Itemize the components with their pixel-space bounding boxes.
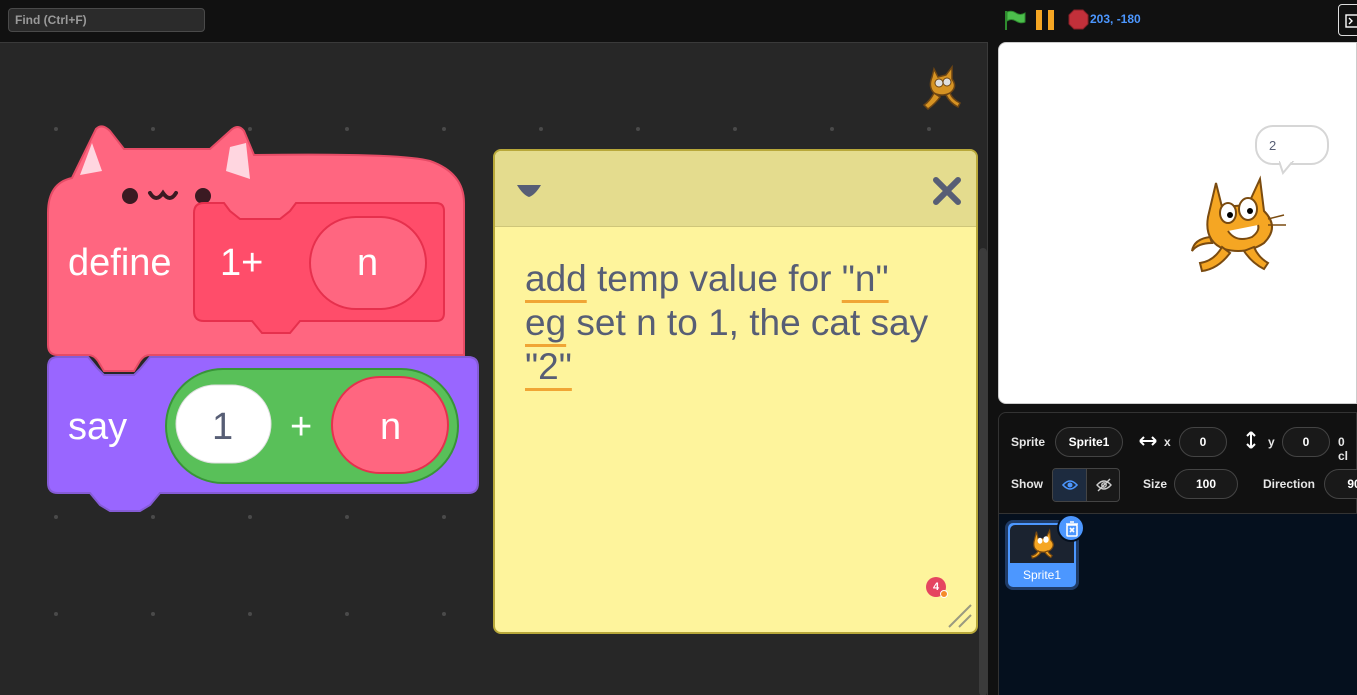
sprite-info-panel: Sprite x y 0 cl Show (998, 412, 1357, 514)
show-label: Show (1011, 477, 1043, 491)
fullscreen-button[interactable] (1338, 4, 1357, 36)
say-keyword: say (68, 406, 128, 448)
green-flag-icon[interactable] (1004, 10, 1026, 30)
scratch-editor: 203, -180 (0, 0, 1357, 695)
workspace-comment[interactable]: add temp value for "n" eg set n to 1, th… (493, 149, 978, 634)
resize-handle-icon[interactable] (945, 601, 973, 629)
add-operator: + (290, 406, 313, 448)
code-workspace[interactable]: define 1+ n say 1 + n add temp value for… (0, 42, 988, 695)
x-position-input[interactable] (1179, 427, 1227, 457)
y-position-input[interactable] (1282, 427, 1330, 457)
size-label: Size (1143, 477, 1168, 491)
visibility-toggle (1052, 468, 1120, 502)
sprite-name-input[interactable] (1055, 427, 1123, 457)
close-icon[interactable] (931, 175, 963, 207)
direction-label: Direction (1263, 477, 1316, 491)
define-keyword: define (68, 242, 172, 284)
delete-sprite-button[interactable] (1057, 514, 1085, 542)
operand-right-reporter[interactable]: n (380, 408, 401, 446)
eye-hidden-icon (1096, 478, 1112, 492)
clipped-label: 0 cl (1338, 435, 1349, 463)
sprite-tile-name: Sprite1 (1022, 568, 1062, 582)
y-label: y (1268, 435, 1275, 449)
collapse-triangle-icon[interactable] (515, 181, 543, 201)
y-arrow-icon (1246, 431, 1256, 449)
hide-sprite-button[interactable] (1087, 469, 1119, 501)
cat-sprite[interactable] (1188, 171, 1288, 277)
show-sprite-button[interactable] (1053, 469, 1087, 501)
badge-status-dot (940, 590, 948, 598)
speech-bubble-text: 2 (1269, 138, 1277, 153)
stop-icon[interactable] (1068, 9, 1089, 30)
cat-thumbnail-icon (1030, 528, 1054, 559)
operand-left-input[interactable]: 1 (212, 408, 233, 446)
stage[interactable]: 2 (998, 42, 1357, 404)
trash-icon (1066, 521, 1078, 537)
eye-icon (1062, 480, 1078, 490)
sprite-list: Sprite1 (998, 514, 1357, 695)
size-input[interactable] (1174, 469, 1238, 499)
x-arrow-icon (1139, 436, 1157, 446)
top-toolbar: 203, -180 (0, 0, 1357, 42)
fullscreen-icon (1345, 14, 1357, 28)
mouse-coordinates: 203, -180 (1090, 12, 1141, 26)
direction-input[interactable] (1324, 469, 1357, 499)
comment-text[interactable]: add temp value for "n" eg set n to 1, th… (525, 257, 965, 389)
custom-block-name: 1+ (220, 242, 264, 284)
pause-icon[interactable] (1036, 10, 1056, 30)
sprite-label: Sprite (1011, 435, 1046, 449)
speech-bubble: 2 (1255, 125, 1329, 165)
param-n-reporter[interactable]: n (357, 244, 378, 282)
comment-header[interactable] (495, 151, 976, 227)
workspace-scrollbar[interactable] (979, 248, 987, 695)
x-label: x (1164, 435, 1171, 449)
find-input[interactable] (8, 8, 205, 32)
